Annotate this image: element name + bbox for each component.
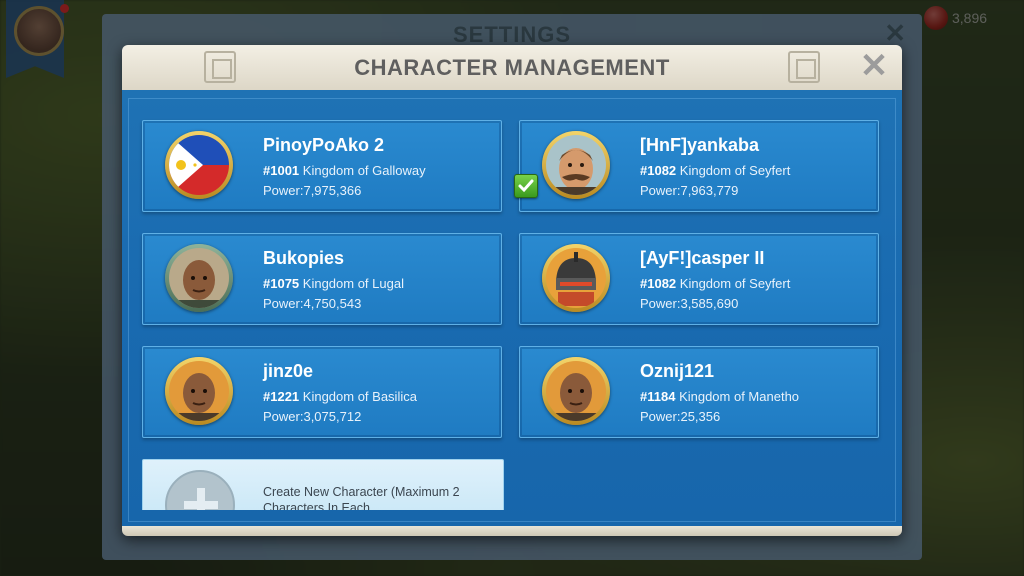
character-card[interactable]: jinz0e #1221 Kingdom of Basilica Power:3… [142,346,502,438]
kingdom-number: #1082 [640,276,677,291]
character-power: Power:4,750,543 [263,296,362,311]
character-kingdom: #1082 Kingdom of Seyfert [640,163,790,178]
character-name: Oznij121 [640,361,715,381]
plus-icon [165,470,235,510]
character-name: [HnF]yankaba [640,135,760,155]
kingdom-number: #1082 [640,163,677,178]
bald-warrior-icon [169,361,229,421]
kingdom-number: #1184 [640,389,676,404]
character-kingdom: #1082 Kingdom of Seyfert [640,276,790,291]
modal-title: CHARACTER MANAGEMENT [354,55,670,80]
character-card[interactable]: [HnF]yankaba #1082 Kingdom of Seyfert Po… [519,120,879,212]
character-card[interactable]: [AyF!]casper II #1082 Kingdom of Seyfert… [519,233,879,325]
close-button[interactable]: ✕ [858,49,890,83]
character-avatar [165,131,233,199]
character-avatar [542,357,610,425]
character-card[interactable]: Oznij121 #1184 Kingdom of Manetho Power:… [519,346,879,438]
mustached-commander-icon [546,135,606,195]
character-kingdom: #1221 Kingdom of Basilica [263,389,417,404]
character-power: Power:7,975,366 [263,183,362,198]
kingdom-number: #1075 [263,276,300,291]
character-power: Power:25,356 [640,409,721,424]
modal-body: PinoyPoAko 2 #1001 Kingdom of Galloway P… [122,90,902,526]
modal-footer [122,526,902,536]
character-power: Power:3,585,690 [640,296,739,311]
character-card[interactable]: PinoyPoAko 2 #1001 Kingdom of Galloway P… [142,120,502,212]
character-power: Power:3,075,712 [263,409,362,424]
character-kingdom: #1184 Kingdom of Manetho [640,389,799,404]
character-name: [AyF!]casper II [640,248,765,268]
character-avatar [542,131,610,199]
kingdom-name: Kingdom of Lugal [302,276,404,291]
character-name: jinz0e [263,361,314,381]
create-character-label: Create New Character (Maximum 2 Characte… [263,485,460,510]
bald-warrior-laurel-icon [169,248,229,308]
create-character-button[interactable]: Create New Character (Maximum 2 Characte… [142,459,504,510]
philippines-flag-icon [169,135,229,195]
character-name: PinoyPoAko 2 [263,135,385,155]
kingdom-number: #1221 [263,389,300,404]
bald-warrior-icon [546,361,606,421]
character-management-modal: CHARACTER MANAGEMENT ✕ PinoyPoAko 2 #100… [122,45,902,536]
character-avatar [542,244,610,312]
kingdom-name: Kingdom of Basilica [302,389,417,404]
kingdom-name: Kingdom of Seyfert [679,276,791,291]
kingdom-number: #1001 [263,163,300,178]
kingdom-name: Kingdom of Seyfert [679,163,791,178]
character-avatar [165,244,233,312]
character-kingdom: #1075 Kingdom of Lugal [263,276,404,291]
modal-header: CHARACTER MANAGEMENT ✕ [122,45,902,92]
character-list[interactable]: PinoyPoAko 2 #1001 Kingdom of Galloway P… [122,90,902,510]
character-avatar [165,357,233,425]
armored-helmet-icon [546,248,606,308]
kingdom-name: Kingdom of Galloway [302,163,426,178]
selected-check-icon [514,174,538,198]
character-card[interactable]: Bukopies #1075 Kingdom of Lugal Power:4,… [142,233,502,325]
kingdom-name: Kingdom of Manetho [679,389,800,404]
character-power: Power:7,963,779 [640,183,739,198]
character-name: Bukopies [263,248,345,268]
character-kingdom: #1001 Kingdom of Galloway [263,163,426,178]
